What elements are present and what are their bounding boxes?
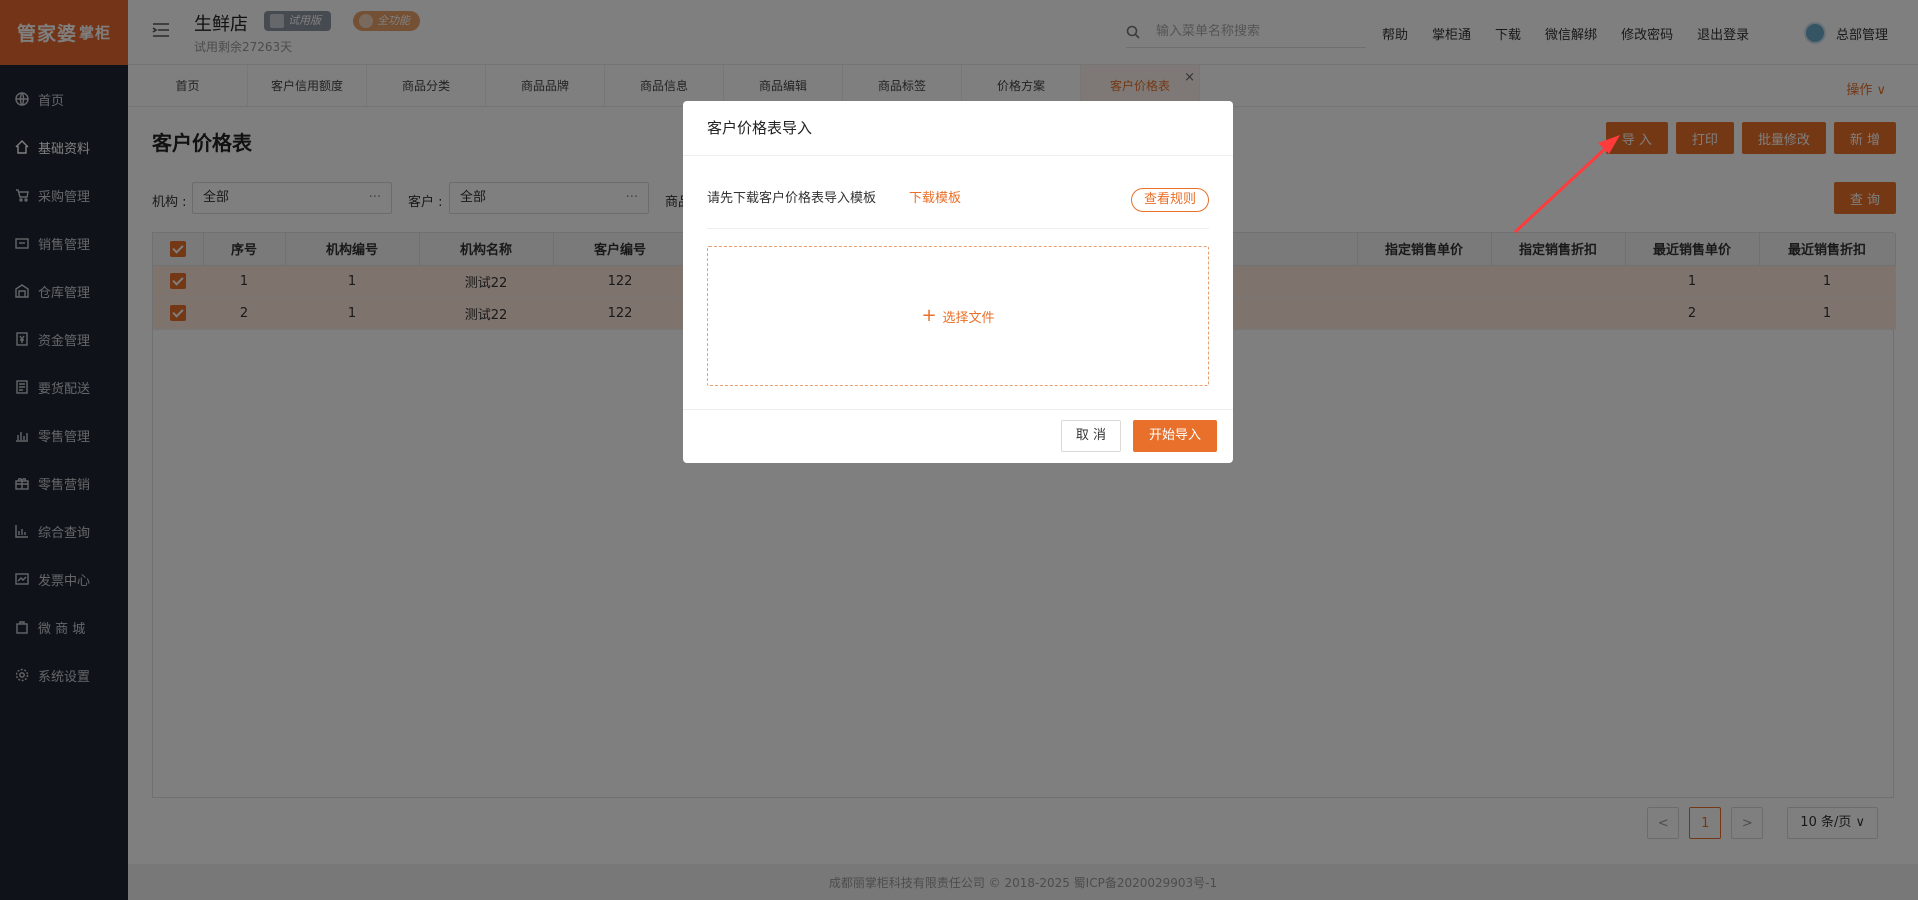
template-hint: 请先下载客户价格表导入模板 [707,191,877,206]
file-dropzone[interactable]: + 选择文件 [707,246,1209,386]
choose-file-label: 选择文件 [942,310,995,326]
cancel-button[interactable]: 取 消 [1060,420,1121,452]
import-modal: 客户价格表导入 请先下载客户价格表导入模板 下载模板 查看规则 + 选择文件 取… [683,101,1233,463]
divider [707,228,1209,229]
view-rules-button[interactable]: 查看规则 [1130,188,1209,212]
start-import-button[interactable]: 开始导入 [1132,420,1217,452]
download-template-link[interactable]: 下载模板 [909,187,961,206]
modal-title: 客户价格表导入 [683,101,1233,156]
plus-icon: + [921,305,937,326]
modal-footer: 取 消 开始导入 [683,409,1233,463]
